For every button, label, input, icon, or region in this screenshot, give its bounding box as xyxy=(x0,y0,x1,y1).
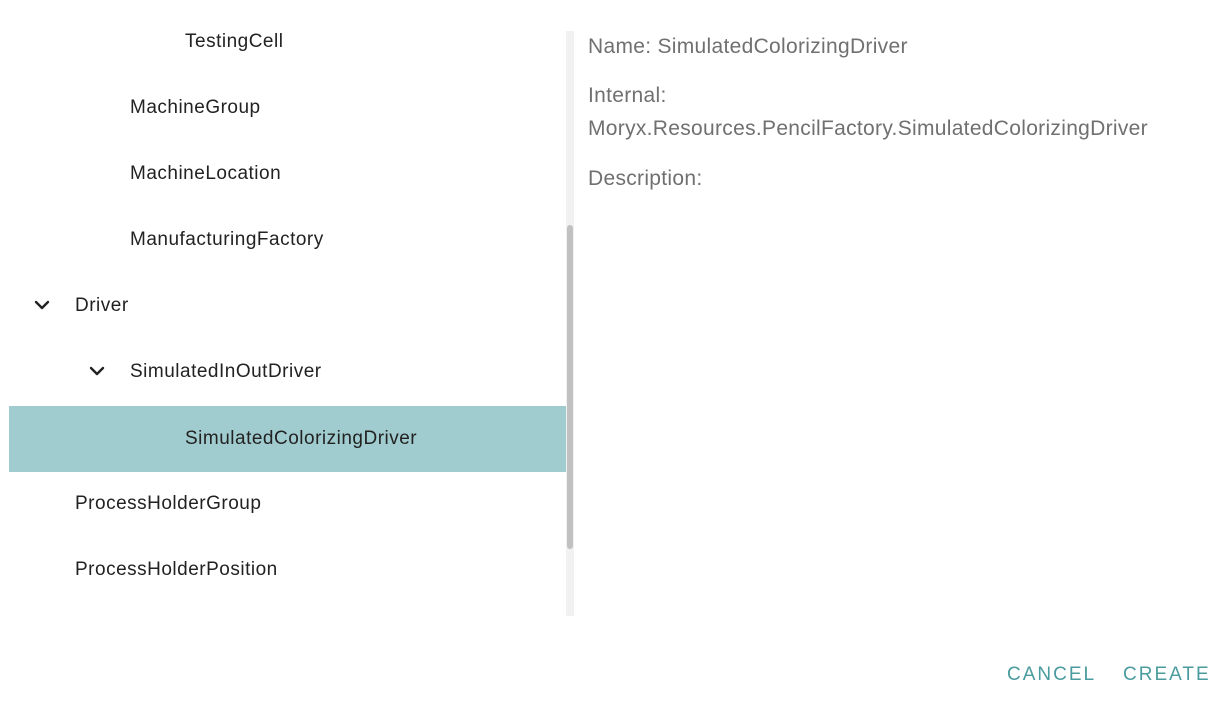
tree-node-machine-group[interactable]: MachineGroup xyxy=(9,75,566,141)
tree-node-label: ManufacturingFactory xyxy=(130,229,324,250)
tree-node-process-holder-position[interactable]: ProcessHolderPosition xyxy=(9,537,566,603)
tree-node-label: ProcessHolderPosition xyxy=(75,559,278,580)
tree-node-label: SimulatedColorizingDriver xyxy=(185,428,418,449)
tree-node-simulated-colorizing-driver[interactable]: SimulatedColorizingDriver xyxy=(9,406,566,472)
tree-node-process-holder-group[interactable]: ProcessHolderGroup xyxy=(9,471,566,537)
chevron-down-icon[interactable] xyxy=(88,362,106,380)
create-resource-dialog: TestingCell MachineGroup MachineLocation… xyxy=(0,0,1219,710)
cancel-button[interactable]: CANCEL xyxy=(1007,664,1096,686)
description-label: Description: xyxy=(588,167,703,190)
create-button[interactable]: CREATE xyxy=(1123,664,1211,686)
tree-node-label: MachineLocation xyxy=(130,163,282,184)
tree-node-driver[interactable]: Driver xyxy=(9,273,566,339)
tree-node-manufacturing-factory[interactable]: ManufacturingFactory xyxy=(9,207,566,273)
tree-scrollbar-thumb[interactable] xyxy=(567,225,573,549)
tree-node-label: TestingCell xyxy=(185,31,284,52)
tree-node-label: MachineGroup xyxy=(130,97,261,118)
tree-node-simulated-in-out-driver[interactable]: SimulatedInOutDriver xyxy=(9,339,566,405)
internal-label: Internal: xyxy=(588,84,667,107)
resource-type-tree: TestingCell MachineGroup MachineLocation… xyxy=(9,9,566,603)
tree-node-label: Driver xyxy=(75,295,129,316)
tree-node-machine-location[interactable]: MachineLocation xyxy=(9,141,566,207)
resource-name: Name: SimulatedColorizingDriver xyxy=(588,35,908,58)
tree-node-label: SimulatedInOutDriver xyxy=(130,361,322,382)
internal-type-name: Moryx.Resources.PencilFactory.SimulatedC… xyxy=(588,117,1148,140)
tree-node-testing-cell[interactable]: TestingCell xyxy=(9,9,566,75)
chevron-down-icon[interactable] xyxy=(33,296,51,314)
tree-node-label: ProcessHolderGroup xyxy=(75,493,262,514)
